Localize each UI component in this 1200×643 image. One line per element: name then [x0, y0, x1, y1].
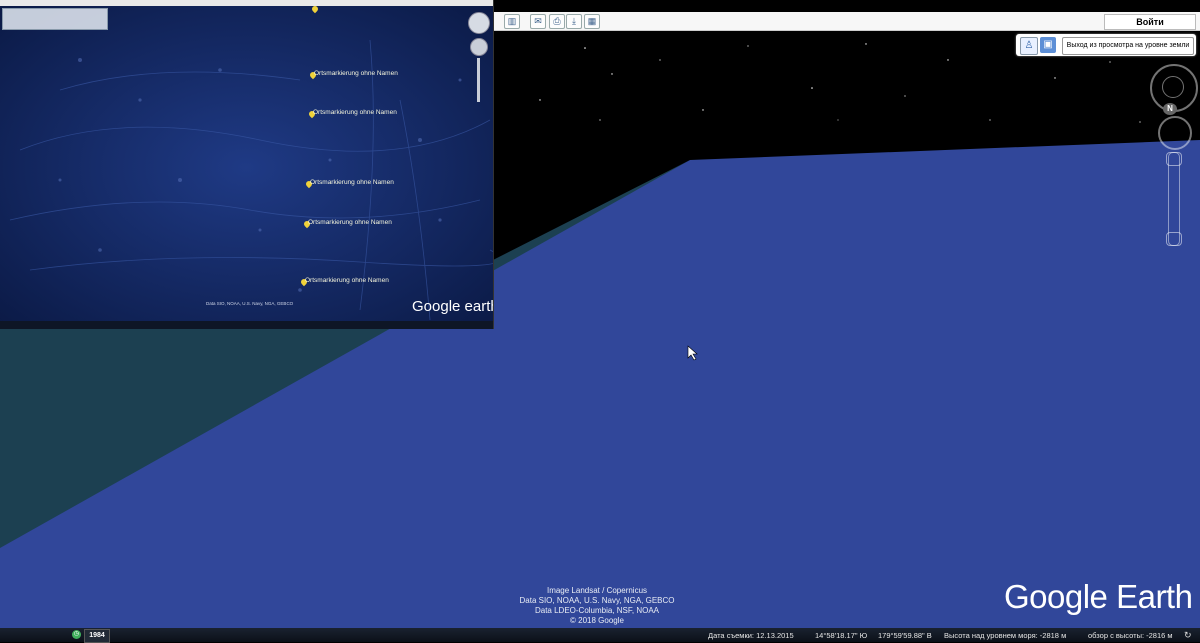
inset-attribution: Data SIO, NOAA, U.S. Navy, NGA, GEBCO: [206, 301, 294, 306]
zoom-out-icon[interactable]: [1166, 232, 1182, 246]
sidebar-toggle-icon[interactable]: ▥: [504, 14, 520, 29]
move-joystick[interactable]: [1158, 116, 1192, 150]
ground-level-icon[interactable]: ▣: [1040, 37, 1056, 53]
pegman-icon[interactable]: ♙: [1020, 37, 1038, 55]
look-joystick[interactable]: [1162, 76, 1184, 98]
placemark-label: Ortsmarkierung ohne Namen: [310, 179, 394, 186]
save-image-icon[interactable]: ⤓: [566, 14, 582, 29]
attribution-line: Image Landsat / Copernicus: [546, 586, 648, 595]
print-icon[interactable]: ⎙: [549, 14, 565, 29]
google-earth-logo: Google Earth: [1004, 578, 1193, 615]
imagery-date: Дата съемки: 12.13.2015: [708, 631, 794, 640]
historical-year-button[interactable]: 1984: [84, 629, 110, 643]
view-in-maps-icon[interactable]: ▦: [584, 14, 600, 29]
compass-north[interactable]: N: [1163, 103, 1177, 115]
top-toolbar: ▥ ✉ ⎙ ⤓ ▦ Войти: [492, 12, 1200, 31]
inset-seafloor-map: [0, 6, 493, 329]
attribution-line: Data SIO, NOAA, U.S. Navy, NGA, GEBCO: [519, 596, 675, 605]
placemark-label: Ortsmarkierung ohne Namen: [305, 277, 389, 284]
map-attribution: Image Landsat / Copernicus Data SIO, NOA…: [497, 586, 697, 626]
latitude-readout: 14°58'18.17" Ю: [815, 631, 868, 640]
email-icon[interactable]: ✉: [530, 14, 546, 29]
placemark-label: Ortsmarkierung ohne Namen: [314, 70, 398, 77]
historical-imagery-icon[interactable]: ◷: [72, 630, 81, 639]
elevation-readout: Высота над уровнем моря: -2818 м: [944, 631, 1067, 640]
attribution-line: Data LDEO-Columbia, NSF, NOAA: [534, 606, 660, 615]
inset-compass-icon: [468, 12, 490, 34]
inset-status-bar: [0, 321, 493, 329]
inset-tour-controls: [2, 8, 108, 30]
inset-google-earth-logo: Google earth: [412, 298, 494, 315]
inset-nav-controls: [466, 8, 492, 108]
inset-zoom-slider: [477, 58, 480, 102]
inset-screenshot: Ortsmarkierung ohne Namen Ortsmarkierung…: [0, 0, 494, 329]
refresh-icon[interactable]: ↻: [1184, 630, 1192, 641]
exit-ground-view-button[interactable]: Выход из просмотра на уровне земли: [1062, 37, 1194, 55]
zoom-in-icon[interactable]: [1166, 152, 1182, 166]
sign-in-button[interactable]: Войти: [1104, 14, 1196, 30]
inset-title-bar: [0, 0, 493, 6]
attribution-line: © 2018 Google: [570, 616, 624, 625]
placemark-label: Ortsmarkierung ohne Namen: [313, 109, 397, 116]
inset-pan-icon: [470, 38, 488, 56]
placemark-label: Ortsmarkierung ohne Namen: [308, 219, 392, 226]
longitude-readout: 179°59'59.88" В: [878, 631, 932, 640]
status-bar: ◷ 1984 Дата съемки: 12.13.2015 14°58'18.…: [0, 628, 1200, 643]
eye-altitude-readout: обзор с высоты: -2816 м: [1088, 631, 1173, 640]
ground-view-panel: ♙ ▣ Выход из просмотра на уровне земли: [1016, 34, 1196, 56]
